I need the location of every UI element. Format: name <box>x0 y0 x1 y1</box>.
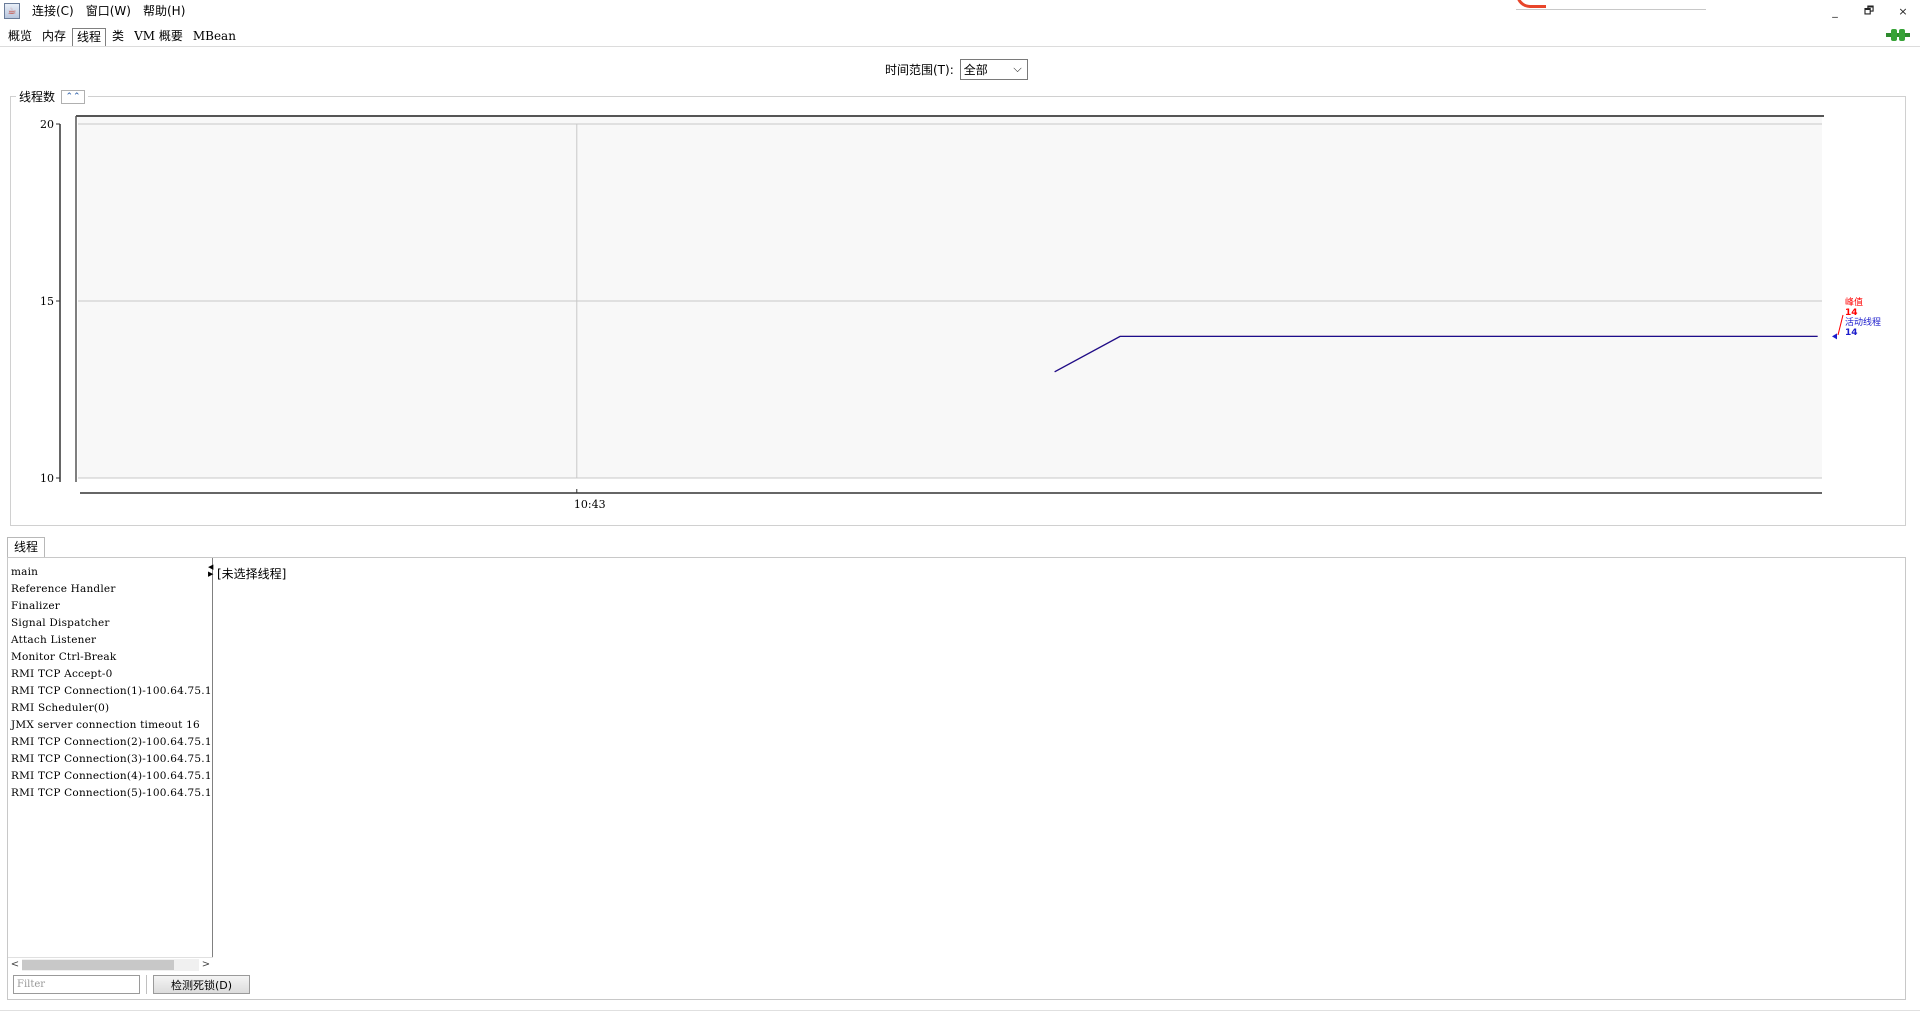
scroll-thumb[interactable] <box>22 959 174 970</box>
scroll-right-icon[interactable]: > <box>199 959 213 970</box>
thread-count-chart: 20151010:43 峰值14活动线程14 <box>40 115 1881 511</box>
thread-list-item[interactable]: main <box>8 564 212 581</box>
y-tick-label: 15 <box>40 295 54 308</box>
current-value-marker-icon <box>1832 333 1837 340</box>
toolbar-separator <box>146 975 147 994</box>
thread-detail-placeholder: [未选择线程] <box>217 567 287 581</box>
legend-series-name: 活动线程 <box>1845 316 1881 328</box>
legend-connector <box>1837 314 1844 336</box>
x-tick-label: 10:43 <box>574 498 606 511</box>
thread-list-item[interactable]: RMI TCP Connection(2)-100.64.75.1 <box>8 734 212 751</box>
thread-list-item[interactable]: RMI Scheduler(0) <box>8 700 212 717</box>
thread-list-item[interactable]: Attach Listener <box>8 632 212 649</box>
thread-list-item[interactable]: RMI TCP Connection(4)-100.64.75.1 <box>8 768 212 785</box>
tab-threads-detail[interactable]: 线程 <box>7 537 46 557</box>
thread-list: main Reference Handler Finalizer Signal Dis… <box>8 558 213 958</box>
filter-placeholder: Filter <box>17 979 46 990</box>
filter-input[interactable]: Filter <box>13 975 140 994</box>
scroll-track[interactable] <box>22 958 199 971</box>
thread-list-item[interactable]: Signal Dispatcher <box>8 615 212 632</box>
thread-list-item[interactable]: Reference Handler <box>8 581 212 598</box>
thread-list-item[interactable]: Finalizer <box>8 598 212 615</box>
thread-list-item[interactable]: Monitor Ctrl-Break <box>8 649 212 666</box>
y-tick-label: 10 <box>40 472 54 485</box>
thread-list-item[interactable]: JMX server connection timeout 16 <box>8 717 212 734</box>
threads-panel: main Reference Handler Finalizer Signal Dis… <box>7 557 1906 1000</box>
splitter-arrows-icon[interactable]: ◀ ▶ <box>208 564 213 578</box>
detect-deadlock-button[interactable]: 检测死锁(D) <box>153 975 250 994</box>
thread-list-hscrollbar[interactable]: < > <box>8 957 213 971</box>
thread-list-item[interactable]: RMI TCP Connection(5)-100.64.75.1 <box>8 785 212 802</box>
bottom-border <box>0 1010 1920 1011</box>
legend-series-value: 14 <box>1845 328 1858 338</box>
thread-list-item[interactable]: RMI TCP Connection(3)-100.64.75.1 <box>8 751 212 768</box>
legend-series-value: 14 <box>1845 308 1858 318</box>
thread-list-item[interactable]: RMI TCP Connection(1)-100.64.75.1 <box>8 683 212 700</box>
y-tick-label: 20 <box>40 118 54 131</box>
thread-list-item[interactable]: RMI TCP Accept-0 <box>8 666 212 683</box>
plot-area <box>78 116 1822 478</box>
scroll-left-icon[interactable]: < <box>8 959 22 970</box>
legend-series-name: 峰值 <box>1845 296 1863 308</box>
